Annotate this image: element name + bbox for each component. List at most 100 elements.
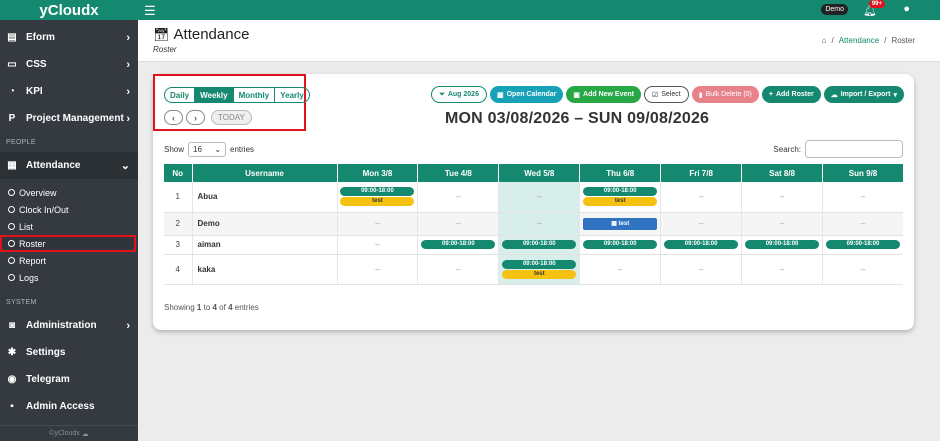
admin-icon: ◙ [8, 320, 16, 331]
circle-icon [8, 223, 15, 230]
next-week-button[interactable]: › [186, 110, 205, 125]
cloud-icon: ☁ [81, 430, 89, 438]
sidebar-sub-report[interactable]: Report [0, 252, 138, 269]
show-entries: Show 16 ⌄ entries [164, 142, 254, 157]
add-new-event-button[interactable]: ▣ Add New Event [566, 86, 641, 103]
bulk-delete-button[interactable]: ▮ Bulk Delete (0) [691, 86, 759, 103]
telegram-icon: ◉ [7, 374, 17, 385]
form-icon: ▤ [7, 32, 17, 43]
sidebar-item-admin-access[interactable]: ▪ Admin Access [0, 393, 138, 420]
sidebar-sub-overview[interactable]: Overview [0, 184, 138, 201]
sidebar-item-css[interactable]: ▭ CSS › [0, 51, 138, 78]
page-title: 📅︎ Attendance [153, 26, 250, 43]
month-filter-button[interactable]: ⏷ Aug 2026 [431, 86, 487, 103]
circle-icon [8, 240, 15, 247]
col-username[interactable]: Username [192, 164, 338, 182]
caret-down-icon: ▾ [893, 91, 897, 99]
chevron-right-icon: › [126, 58, 130, 71]
sidebar-item-project-management[interactable]: P Project Management › [0, 105, 138, 132]
col-sat[interactable]: Sat 8/8 [741, 164, 824, 182]
sidebar-item-attendance[interactable]: ▦ Attendance ⌄ [0, 152, 138, 179]
cell-shift[interactable]: 09:00-18:00 test [498, 254, 581, 285]
table-row: 1 Abua 09:00-18:00 test – – 09:00-18:00 te… [164, 182, 903, 213]
col-wed[interactable]: Wed 5/8 [498, 164, 581, 182]
cell-shift[interactable]: 09:00-18:00 test [337, 182, 419, 213]
topbar: ☰ Demo 🔔︎ 99+ ● [138, 0, 940, 20]
calendar-icon: ▦ [496, 91, 504, 99]
view-monthly-button[interactable]: Monthly [234, 88, 276, 102]
sidebar-item-kpi[interactable]: ◔ KPI › [0, 78, 138, 105]
user-icon[interactable]: ● [903, 3, 910, 15]
search-input[interactable] [805, 140, 903, 158]
select-button[interactable]: ☑ Select [643, 86, 689, 103]
search-area: Search: [773, 140, 903, 158]
cell-event[interactable]: ▦ test [579, 212, 662, 236]
hamburger-icon[interactable]: ☰ [144, 3, 156, 19]
lock-icon: ▪ [10, 401, 14, 412]
chevron-right-icon: › [194, 112, 197, 123]
col-fri[interactable]: Fri 7/8 [660, 164, 743, 182]
table-row: 2 Demo – – – ▦ test – – – [164, 212, 903, 236]
sidebar-item-eform[interactable]: ▤ Eform › [0, 24, 138, 51]
page-header: 📅︎ Attendance Roster ⌂ / Attendance / Ros… [138, 20, 940, 62]
entries-select[interactable]: 16 ⌄ [188, 142, 227, 157]
monitor-icon: ▭ [7, 59, 17, 70]
notification-count-badge: 99+ [868, 0, 885, 8]
sidebar: yCloudx ▤ Eform › ▭ CSS › ◔ KPI › P Project Man… [0, 0, 138, 441]
col-no[interactable]: No [164, 164, 193, 182]
circle-icon [8, 257, 15, 264]
cell-shift[interactable]: 09:00-18:00 test [579, 182, 662, 213]
sidebar-sub-logs[interactable]: Logs [0, 269, 138, 286]
today-button[interactable]: TODAY [211, 110, 252, 125]
import-export-button[interactable]: ☁ Import / Export ▾ [823, 86, 904, 103]
gear-icon: ✱ [7, 347, 17, 358]
chevron-right-icon: › [126, 31, 130, 44]
col-thu[interactable]: Thu 6/8 [579, 164, 662, 182]
calendar-check-icon: 📅︎ [153, 26, 170, 42]
sidebar-sub-clock-in-out[interactable]: Clock In/Out [0, 201, 138, 218]
section-people: PEOPLE [6, 138, 36, 146]
home-icon[interactable]: ⌂ [822, 36, 827, 45]
col-mon[interactable]: Mon 3/8 [337, 164, 419, 182]
chevron-left-icon: ‹ [172, 112, 175, 123]
circle-icon [8, 274, 15, 281]
roster-table: No Username Mon 3/8 Tue 4/8 Wed 5/8 Thu … [164, 164, 903, 285]
sidebar-sub-roster[interactable]: Roster [0, 235, 136, 252]
prev-week-button[interactable]: ‹ [164, 110, 183, 125]
event-tag[interactable]: ▦ test [583, 217, 658, 230]
add-roster-button[interactable]: + Add Roster [761, 86, 821, 103]
section-system: SYSTEM [6, 298, 37, 306]
calendar-plus-icon: ▣ [573, 91, 581, 99]
chevron-down-icon: ⌄ [120, 160, 130, 172]
sidebar-item-administration[interactable]: ◙ Administration › [0, 312, 138, 339]
col-sun[interactable]: Sun 9/8 [822, 164, 903, 182]
view-toggle-group: Daily Weekly Monthly Yearly [164, 87, 310, 103]
sidebar-item-telegram[interactable]: ◉ Telegram [0, 366, 138, 393]
roster-card: Daily Weekly Monthly Yearly ‹ › TODAY ⏷ A… [153, 74, 914, 330]
col-tue[interactable]: Tue 4/8 [417, 164, 500, 182]
date-nav: ‹ › TODAY [164, 110, 252, 125]
project-icon: P [8, 113, 16, 124]
breadcrumb-roster: Roster [891, 36, 915, 45]
plus-icon: + [768, 91, 773, 98]
chevron-right-icon: › [126, 319, 130, 332]
view-daily-button[interactable]: Daily [165, 88, 196, 102]
breadcrumb-attendance[interactable]: Attendance [839, 36, 879, 45]
brand-logo[interactable]: yCloudx [0, 0, 138, 20]
toolbar: ⏷ Aug 2026 ▦ Open Calendar ▣ Add New Event … [431, 86, 904, 103]
open-calendar-button[interactable]: ▦ Open Calendar [489, 86, 564, 103]
breadcrumb: ⌂ / Attendance / Roster [821, 36, 915, 45]
table-header-row: No Username Mon 3/8 Tue 4/8 Wed 5/8 Thu … [164, 164, 903, 182]
sidebar-sub-list[interactable]: List [0, 218, 138, 235]
sidebar-item-settings[interactable]: ✱ Settings [0, 339, 138, 366]
view-weekly-button[interactable]: Weekly [195, 88, 234, 102]
check-square-icon: ☑ [651, 91, 659, 99]
table-info: Showing 1 to 4 of 4 entries [164, 303, 259, 312]
view-yearly-button[interactable]: Yearly [275, 88, 309, 102]
chevron-down-icon: ⌄ [214, 145, 222, 154]
demo-badge[interactable]: Demo [821, 4, 848, 15]
chart-icon: ◔ [8, 86, 16, 97]
cloud-icon: ☁ [830, 91, 838, 99]
chevron-right-icon: › [126, 85, 130, 98]
circle-icon [8, 189, 15, 196]
